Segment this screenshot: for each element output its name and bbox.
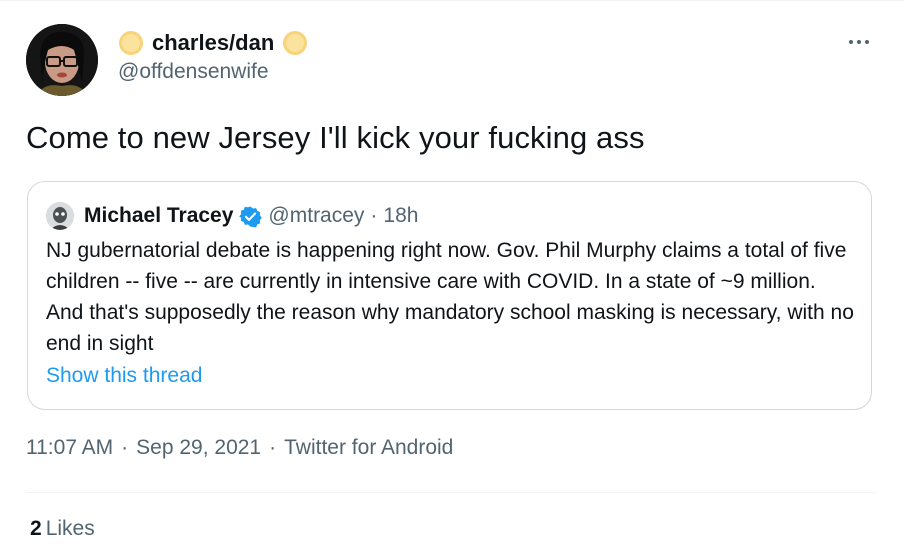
yellow-circle-emoji-icon bbox=[119, 31, 143, 55]
author-name-row[interactable]: charles/dan bbox=[118, 28, 308, 58]
meta-separator: · bbox=[121, 436, 129, 459]
quoted-time: 18h bbox=[383, 204, 419, 227]
tweet-card: charles/dan @offdensenwife Come to new J… bbox=[0, 0, 904, 556]
show-thread-link[interactable]: Show this thread bbox=[46, 364, 202, 388]
tweet-time[interactable]: 11:07 AM bbox=[26, 436, 113, 460]
more-options-button[interactable] bbox=[844, 30, 874, 54]
verified-badge-icon bbox=[239, 205, 263, 227]
yellow-circle-emoji-icon bbox=[283, 31, 308, 55]
likes-count-link[interactable]: 2 Likes bbox=[30, 517, 95, 541]
quoted-avatar bbox=[46, 202, 74, 230]
divider bbox=[26, 492, 876, 493]
likes-count: 2 bbox=[30, 517, 42, 540]
more-dot-icon bbox=[857, 40, 861, 44]
more-dot-icon bbox=[865, 40, 869, 44]
avatar[interactable] bbox=[26, 24, 98, 96]
author-display-name[interactable]: charles/dan bbox=[152, 30, 274, 56]
tweet-source[interactable]: Twitter for Android bbox=[284, 436, 453, 460]
quoted-tweet[interactable]: Michael Tracey @mtracey · 18h NJ guberna… bbox=[27, 181, 872, 410]
likes-label: Likes bbox=[45, 517, 95, 540]
quoted-handle: @mtracey bbox=[268, 204, 365, 227]
quoted-separator: · bbox=[370, 204, 378, 227]
author-handle[interactable]: @offdensenwife bbox=[118, 60, 269, 84]
tweet-date[interactable]: Sep 29, 2021 bbox=[136, 436, 261, 460]
meta-separator: · bbox=[269, 436, 277, 459]
tweet-text: Come to new Jersey I'll kick your fuckin… bbox=[26, 120, 645, 155]
top-divider bbox=[0, 0, 904, 1]
quoted-text: NJ gubernatorial debate is happening rig… bbox=[46, 239, 854, 355]
quoted-display-name: Michael Tracey bbox=[84, 204, 234, 227]
more-dot-icon bbox=[849, 40, 853, 44]
quoted-header: Michael Tracey @mtracey · 18h bbox=[84, 202, 418, 230]
tweet-metadata: 11:07 AM · Sep 29, 2021 · Twitter for An… bbox=[26, 436, 453, 460]
